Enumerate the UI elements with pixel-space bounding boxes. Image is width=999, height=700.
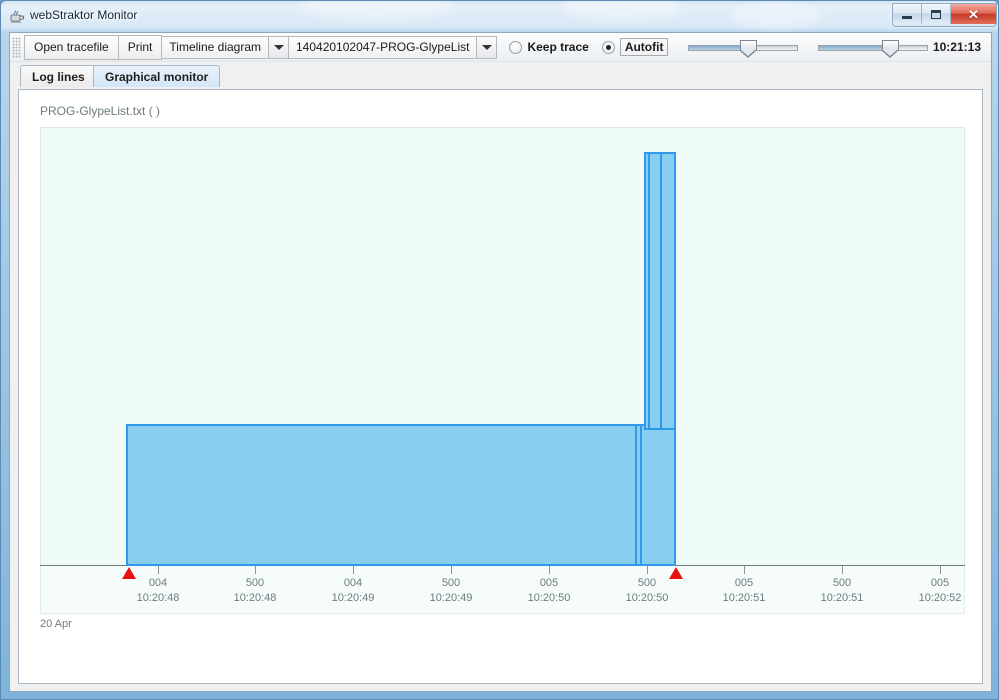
clock-display: 10:21:13 [933,40,981,54]
x-axis-tick [842,566,843,574]
print-button[interactable]: Print [118,35,163,60]
x-axis-tick-label: 004 10:20:49 [308,576,398,606]
x-axis-tick [255,566,256,574]
maximize-icon [931,10,941,19]
x-axis-tick-label: 005 10:20:50 [504,576,594,606]
slider-fill [819,46,889,50]
chart-title: PROG-GlypeList.txt ( ) [40,104,160,118]
tab-strip: Log lines Graphical monitor [10,62,991,90]
x-axis-tick [744,566,745,574]
trace-end-marker[interactable] [669,567,683,579]
x-axis-tick [549,566,550,574]
keep-trace-label: Keep trace [527,40,588,54]
tracefile-value: 140420102047-PROG-GlypeList [288,36,476,59]
window-title: webStraktor Monitor [30,8,137,22]
chevron-down-icon [482,45,492,50]
window-controls: ✕ [892,3,997,27]
timeline-chart[interactable]: 004 10:20:48500 10:20:48 004 10:20:49 500 … [40,127,965,614]
tab-graphical-monitor[interactable]: Graphical monitor [93,65,220,87]
diagram-type-value: Timeline diagram [161,36,268,59]
x-axis-tick [451,566,452,574]
x-axis-tick [940,566,941,574]
chart-bar-main-span[interactable] [126,424,676,566]
slider-thumb[interactable] [882,40,899,56]
x-axis-tick-label: 500 10:20:51 [797,576,887,606]
close-button[interactable]: ✕ [951,4,996,24]
x-axis-tick [647,566,648,574]
x-axis-tick-label: 500 10:20:49 [406,576,496,606]
title-bar[interactable]: webStraktor Monitor ✕ [1,1,999,32]
zoom-slider-2[interactable] [818,36,928,59]
chart-bar-nested-span-c[interactable] [648,152,662,430]
open-tracefile-button[interactable]: Open tracefile [24,35,119,60]
tracefile-arrow[interactable] [476,36,497,59]
keep-trace-radio[interactable] [509,41,522,54]
chart-bar-nested-span-a[interactable] [635,424,642,566]
x-axis-tick-label: 004 10:20:48 [113,576,203,606]
toolbar: Open tracefile Print Timeline diagram 14… [10,33,991,62]
toolbar-drag-grip[interactable] [12,37,21,58]
tab-log-lines[interactable]: Log lines [20,65,97,87]
x-axis-tick [353,566,354,574]
slider-thumb[interactable] [740,40,757,56]
keep-trace-radio-group[interactable]: Keep trace [509,40,588,54]
java-coffee-cup-icon [9,8,25,24]
x-axis-tick-label: 500 10:20:48 [210,576,300,606]
minimize-icon [902,16,912,19]
autofit-label: Autofit [620,38,669,56]
x-axis-tick-label: 500 10:20:50 [602,576,692,606]
x-axis-tick-label: 005 10:20:52 [895,576,985,606]
trace-start-marker[interactable] [122,567,136,579]
application-window: webStraktor Monitor ✕ Open tracefile Pri… [0,0,999,700]
autofit-radio-group[interactable]: Autofit [602,40,669,54]
day-label: 20 Apr [40,618,72,630]
minimize-button[interactable] [893,4,922,24]
panel-bottom-strip [10,690,991,691]
zoom-slider-1[interactable] [688,36,798,59]
client-area: Open tracefile Print Timeline diagram 14… [9,32,992,692]
chevron-down-icon [274,45,284,50]
diagram-type-arrow[interactable] [268,36,289,59]
close-icon: ✕ [968,8,979,21]
x-axis-tick [158,566,159,574]
autofit-radio[interactable] [602,41,615,54]
tracefile-combo[interactable]: 140420102047-PROG-GlypeList [288,36,497,59]
x-axis-tick-label: 005 10:20:51 [699,576,789,606]
diagram-type-combo[interactable]: Timeline diagram [161,36,289,59]
maximize-button[interactable] [922,4,951,24]
